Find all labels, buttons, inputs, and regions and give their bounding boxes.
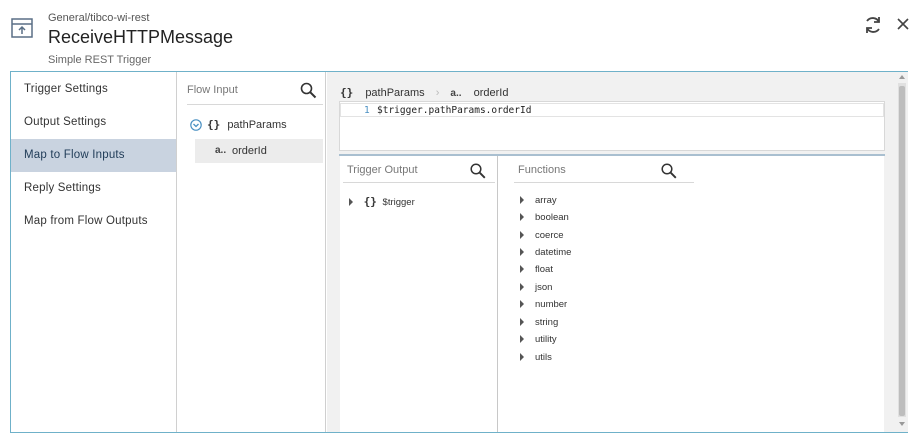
expression-code[interactable]: $trigger.pathParams.orderId	[377, 105, 531, 116]
collapse-icon[interactable]	[190, 119, 202, 131]
tree-node-label: $trigger	[382, 197, 415, 208]
scrollbar-thumb[interactable]	[899, 86, 905, 416]
breadcrumb-separator: ›	[435, 87, 440, 99]
tree-node-trigger[interactable]: {} $trigger	[349, 195, 415, 208]
expand-icon[interactable]	[520, 353, 524, 362]
function-item-array[interactable]: array	[520, 195, 557, 206]
function-label: boolean	[535, 212, 569, 223]
function-item-coerce[interactable]: coerce	[520, 230, 564, 241]
expand-icon[interactable]	[520, 283, 524, 292]
expand-icon[interactable]	[520, 196, 524, 205]
function-item-datetime[interactable]: datetime	[520, 247, 571, 258]
expand-icon[interactable]	[520, 213, 524, 222]
tree-node-label: orderId	[232, 145, 267, 157]
page-subtitle: Simple REST Trigger	[48, 54, 152, 66]
function-item-json[interactable]: json	[520, 282, 552, 293]
object-icon: {}	[340, 86, 354, 99]
nav-item-reply-settings[interactable]: Reply Settings	[11, 172, 176, 205]
expand-icon[interactable]	[520, 231, 524, 240]
function-label: array	[535, 195, 557, 206]
functions-title: Functions	[518, 164, 566, 176]
nav-item-output-settings[interactable]: Output Settings	[11, 106, 176, 139]
settings-nav: Trigger Settings Output Settings Map to …	[11, 72, 177, 432]
expand-icon[interactable]	[520, 248, 524, 257]
function-label: coerce	[535, 230, 564, 241]
function-label: json	[535, 282, 553, 293]
trigger-icon	[11, 18, 33, 38]
breadcrumb-item[interactable]: pathParams	[365, 87, 424, 99]
search-icon[interactable]	[470, 163, 486, 179]
expand-icon[interactable]	[520, 265, 524, 274]
tree-node-orderid[interactable]: a.. orderId	[195, 139, 323, 163]
function-item-utility[interactable]: utility	[520, 334, 557, 345]
scroll-down-icon[interactable]	[899, 421, 905, 427]
mapping-breadcrumb: {} pathParams › a.. orderId	[340, 86, 508, 99]
function-item-number[interactable]: number	[520, 299, 567, 310]
function-label: float	[535, 264, 553, 275]
function-item-float[interactable]: float	[520, 264, 553, 275]
nav-item-map-to-flow-inputs[interactable]: Map to Flow Inputs	[11, 139, 176, 172]
tree-node-label: pathParams	[227, 119, 287, 131]
scroll-up-icon[interactable]	[899, 74, 905, 80]
function-label: number	[535, 299, 568, 310]
expand-icon[interactable]	[520, 300, 524, 309]
string-icon: a..	[450, 88, 462, 99]
function-label: string	[535, 317, 559, 328]
flow-input-title: Flow Input	[187, 84, 238, 96]
function-label: datetime	[535, 247, 572, 258]
function-item-boolean[interactable]: boolean	[520, 212, 569, 223]
function-item-string[interactable]: string	[520, 317, 558, 328]
search-icon[interactable]	[661, 163, 677, 179]
page-title: ReceiveHTTPMessage	[48, 27, 234, 47]
tree-node-pathparams[interactable]: {} pathParams	[207, 118, 287, 131]
string-icon: a..	[215, 145, 227, 156]
object-icon: {}	[363, 195, 377, 208]
search-icon[interactable]	[300, 82, 317, 99]
expand-icon[interactable]	[520, 335, 524, 344]
nav-item-map-from-flow-outputs[interactable]: Map from Flow Outputs	[11, 205, 176, 238]
close-icon[interactable]	[896, 17, 910, 31]
object-icon: {}	[207, 118, 221, 131]
line-number: 1	[364, 105, 370, 116]
refresh-icon[interactable]	[863, 15, 883, 35]
expand-icon[interactable]	[349, 198, 353, 207]
function-label: utility	[535, 334, 557, 345]
breadcrumb-path: General/tibco-wi-rest	[48, 12, 150, 24]
function-label: utils	[535, 352, 552, 363]
nav-item-trigger-settings[interactable]: Trigger Settings	[11, 73, 176, 106]
breadcrumb-item[interactable]: orderId	[474, 87, 509, 99]
trigger-output-title: Trigger Output	[347, 164, 418, 176]
expand-icon[interactable]	[520, 318, 524, 327]
function-item-utils[interactable]: utils	[520, 352, 552, 363]
